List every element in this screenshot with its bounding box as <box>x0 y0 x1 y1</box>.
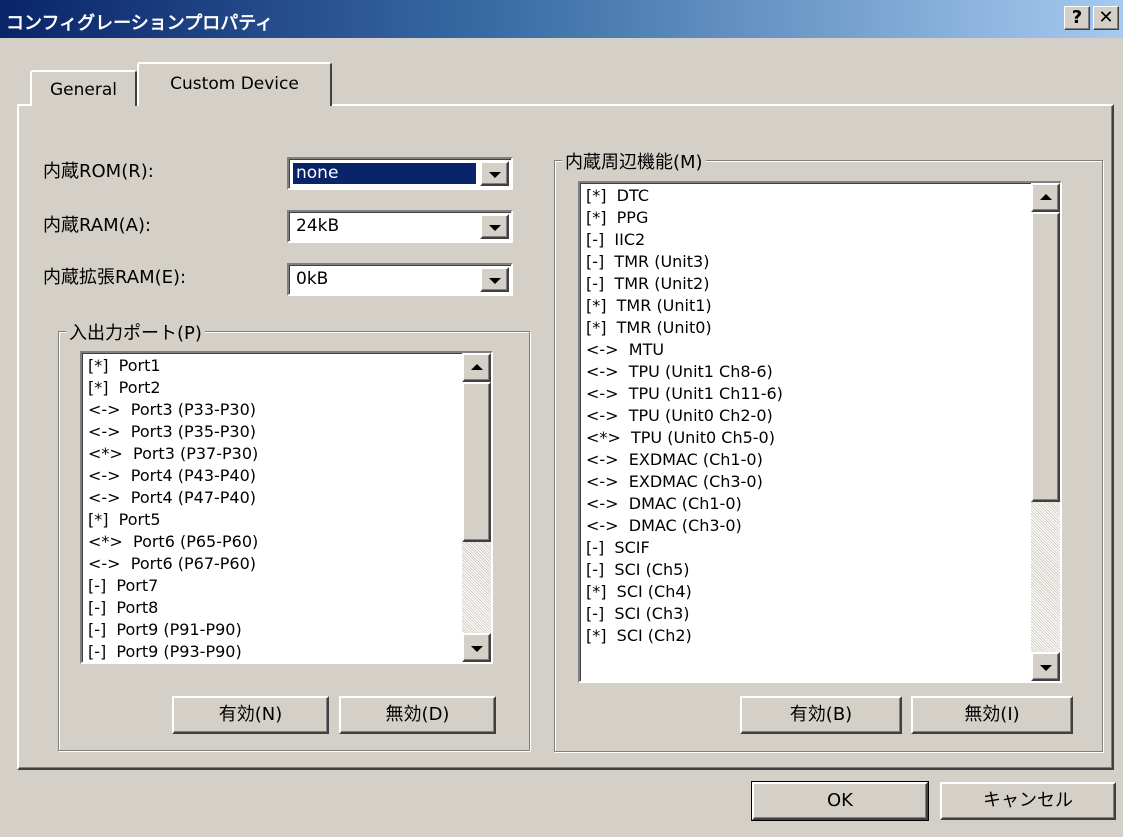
chevron-up-icon <box>470 363 483 370</box>
scroll-down-button[interactable] <box>1031 652 1060 681</box>
list-item[interactable]: [-] SCIF <box>586 537 1026 559</box>
chevron-down-icon <box>1039 664 1052 671</box>
chevron-down-icon <box>470 645 483 652</box>
list-item[interactable]: <-> Port4 (P47-P40) <box>88 487 457 509</box>
list-item[interactable]: [-] Port9 (P93-P90) <box>88 641 457 660</box>
scroll-thumb[interactable] <box>1031 212 1060 502</box>
peripheral-group-label: 内蔵周辺機能(M) <box>562 148 706 174</box>
list-item[interactable]: [*] TMR (Unit0) <box>586 317 1026 339</box>
close-button[interactable]: ✕ <box>1093 6 1119 30</box>
list-item[interactable]: <-> DMAC (Ch1-0) <box>586 493 1026 515</box>
window-title: コンフィグレーションプロパティ <box>6 13 274 34</box>
list-item[interactable]: <-> Port3 (P33-P30) <box>88 399 457 421</box>
list-item[interactable]: [-] Port9 (P91-P90) <box>88 619 457 641</box>
list-item[interactable]: [*] PPG <box>586 207 1026 229</box>
list-item[interactable]: <-> Port6 (P67-P60) <box>88 553 457 575</box>
list-item[interactable]: <*> Port6 (P65-P60) <box>88 531 457 553</box>
rom-value: none <box>293 163 476 184</box>
title-bar: コンフィグレーションプロパティ ? ✕ <box>0 0 1123 38</box>
scroll-down-button[interactable] <box>462 633 491 662</box>
chevron-down-icon <box>488 277 501 284</box>
port-enable-button[interactable]: 有効(N) <box>172 696 329 734</box>
tab-custom-device[interactable]: Custom Device <box>137 62 332 106</box>
list-item[interactable]: [-] SCI (Ch5) <box>586 559 1026 581</box>
scroll-up-button[interactable] <box>1031 183 1060 212</box>
list-item[interactable]: <-> TPU (Unit0 Ch2-0) <box>586 405 1026 427</box>
ext-ram-label: 内蔵拡張RAM(E): <box>43 267 187 288</box>
peripheral-list[interactable]: [*] DTC [*] PPG [-] IIC2 [-] TMR (Unit3) [-]… <box>578 181 1062 683</box>
list-item[interactable]: [*] Port2 <box>88 377 457 399</box>
rom-label: 内蔵ROM(R): <box>43 161 154 182</box>
scroll-thumb[interactable] <box>462 382 491 542</box>
list-item[interactable]: [-] Port8 <box>88 597 457 619</box>
list-item[interactable]: [-] TMR (Unit3) <box>586 251 1026 273</box>
chevron-down-icon <box>488 224 501 231</box>
ext-ram-dropdown-button[interactable] <box>480 267 509 292</box>
list-item[interactable]: <-> MTU <box>586 339 1026 361</box>
chevron-up-icon <box>1039 193 1052 200</box>
help-button[interactable]: ? <box>1064 6 1090 30</box>
cancel-button[interactable]: キャンセル <box>940 782 1116 820</box>
ram-value: 24kB <box>296 216 340 236</box>
list-item[interactable]: <-> DMAC (Ch3-0) <box>586 515 1026 537</box>
list-item[interactable]: [-] SCI (Ch3) <box>586 603 1026 625</box>
list-item[interactable]: [*] Port1 <box>88 355 457 377</box>
list-item[interactable]: [*] SCI (Ch2) <box>586 625 1026 647</box>
tab-general[interactable]: General <box>30 70 137 106</box>
list-item[interactable]: [-] Port7 <box>88 575 457 597</box>
rom-select[interactable]: none <box>287 157 513 190</box>
chevron-down-icon <box>488 171 501 178</box>
peripheral-enable-button[interactable]: 有効(B) <box>740 696 902 734</box>
list-item[interactable]: [*] TMR (Unit1) <box>586 295 1026 317</box>
peripheral-items: [*] DTC [*] PPG [-] IIC2 [-] TMR (Unit3) [-]… <box>586 185 1026 679</box>
list-item[interactable]: [*] SCI (Ch4) <box>586 581 1026 603</box>
list-item[interactable]: <-> Port4 (P43-P40) <box>88 465 457 487</box>
list-item[interactable]: <-> TPU (Unit1 Ch8-6) <box>586 361 1026 383</box>
list-item[interactable]: <-> EXDMAC (Ch1-0) <box>586 449 1026 471</box>
port-disable-button[interactable]: 無効(D) <box>339 696 496 734</box>
ram-select[interactable]: 24kB <box>287 210 513 243</box>
scroll-up-button[interactable] <box>462 353 491 382</box>
io-port-list[interactable]: [*] Port1 [*] Port2 <-> Port3 (P33-P30) <->… <box>80 351 493 664</box>
ext-ram-value: 0kB <box>296 269 329 289</box>
configuration-properties-dialog: コンフィグレーションプロパティ ? ✕ General Custom Devic… <box>0 0 1123 837</box>
list-item[interactable]: <-> TPU (Unit1 Ch11-6) <box>586 383 1026 405</box>
io-port-scrollbar[interactable] <box>462 353 491 662</box>
list-item[interactable]: [*] DTC <box>586 185 1026 207</box>
io-port-items: [*] Port1 [*] Port2 <-> Port3 (P33-P30) <->… <box>88 355 457 660</box>
io-port-group-label: 入出力ポート(P) <box>66 319 205 345</box>
list-item[interactable]: <*> Port3 (P37-P30) <box>88 443 457 465</box>
list-item[interactable]: <*> TPU (Unit0 Ch5-0) <box>586 427 1026 449</box>
ram-label: 内蔵RAM(A): <box>43 215 152 236</box>
list-item[interactable]: <-> Port3 (P35-P30) <box>88 421 457 443</box>
list-item[interactable]: [*] Port5 <box>88 509 457 531</box>
active-tab-joint <box>139 103 330 107</box>
list-item[interactable]: [-] IIC2 <box>586 229 1026 251</box>
peripheral-scrollbar[interactable] <box>1031 183 1060 681</box>
ok-button[interactable]: OK <box>751 781 929 821</box>
list-item[interactable]: [-] TMR (Unit2) <box>586 273 1026 295</box>
rom-dropdown-button[interactable] <box>480 161 509 186</box>
peripheral-disable-button[interactable]: 無効(I) <box>911 696 1073 734</box>
ext-ram-select[interactable]: 0kB <box>287 263 513 296</box>
list-item[interactable]: <-> EXDMAC (Ch3-0) <box>586 471 1026 493</box>
ram-dropdown-button[interactable] <box>480 214 509 239</box>
